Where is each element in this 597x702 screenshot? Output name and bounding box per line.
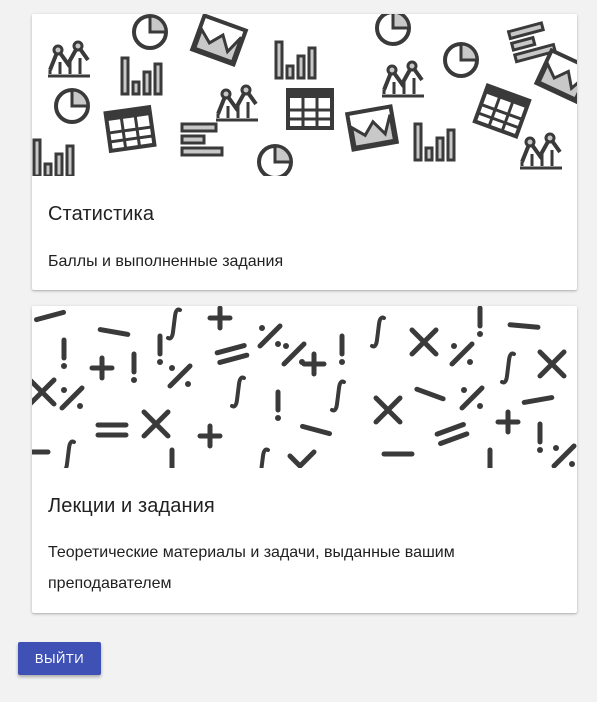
lectures-card-description: Теоретические материалы и задачи, выданн… <box>48 544 455 592</box>
statistics-card-description: Баллы и выполненные задания <box>48 253 284 270</box>
logout-button[interactable]: ВЫЙТИ <box>18 642 101 675</box>
statistics-pattern-image <box>32 14 577 176</box>
lectures-card[interactable]: Лекции и задания Теоретические материалы… <box>32 306 577 613</box>
lectures-card-title: Лекции и задания <box>48 495 215 517</box>
lectures-pattern-image <box>32 306 577 468</box>
page: Статистика Баллы и выполненные задания Л… <box>0 0 597 702</box>
statistics-card[interactable]: Статистика Баллы и выполненные задания <box>32 14 577 290</box>
statistics-card-title: Статистика <box>48 203 155 225</box>
